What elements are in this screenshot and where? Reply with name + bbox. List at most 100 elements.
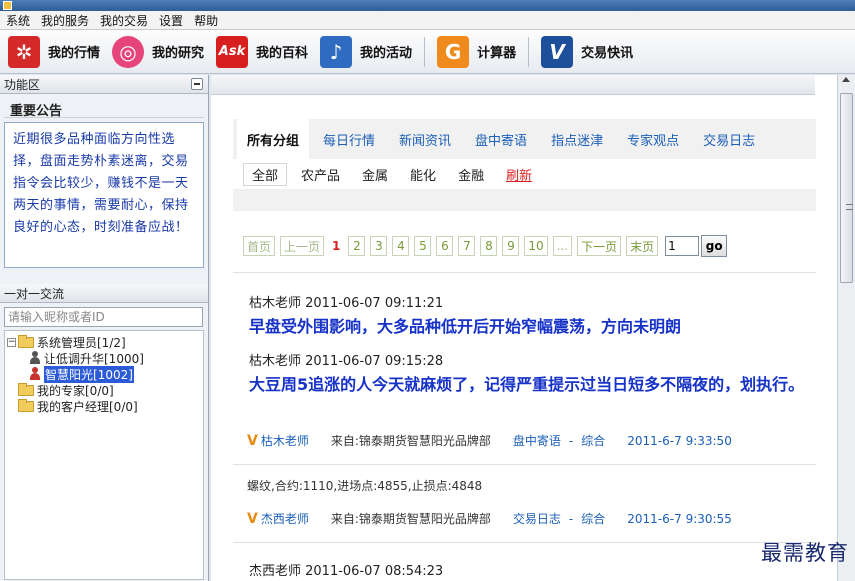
tree-user-label: 让低调升华[1000] xyxy=(44,351,144,366)
toolbar-trade-news-button[interactable]: V 交易快讯 xyxy=(541,35,634,68)
folder-icon xyxy=(18,398,34,412)
subtab-agriculture[interactable]: 农产品 xyxy=(301,165,340,184)
toolbar-separator xyxy=(528,36,530,67)
toolbar-label: 我的研究 xyxy=(152,46,205,61)
tree-expand-icon[interactable]: − xyxy=(7,337,16,347)
post-footer: V 杰西老师 来自:锦泰期货智慧阳光品牌部 交易日志 - 综合 2011-6-7… xyxy=(247,510,732,527)
menu-my-services[interactable]: 我的服务 xyxy=(41,12,89,29)
message-meta: 杰西老师 2011-06-07 08:54:23 xyxy=(249,564,444,579)
post-category-link[interactable]: 交易日志 xyxy=(513,510,561,527)
tab-expert-views[interactable]: 专家观点 xyxy=(627,130,679,149)
vimeo-icon: V xyxy=(541,35,574,68)
tree-user-label: 智慧阳光[1002] xyxy=(44,365,134,383)
v-badge-icon: V xyxy=(247,432,258,449)
post-subcategory-link[interactable]: 综合 xyxy=(581,432,605,449)
tree-group-account-managers[interactable]: 我的客户经理[0/0] xyxy=(7,398,201,414)
menu-bar: 系统 我的服务 我的交易 设置 帮助 xyxy=(0,11,855,30)
menu-system[interactable]: 系统 xyxy=(6,12,30,29)
post-author-link[interactable]: 杰西老师 xyxy=(261,510,309,527)
tab-news[interactable]: 新闻资讯 xyxy=(399,130,451,149)
menu-help[interactable]: 帮助 xyxy=(194,12,218,29)
pager-page[interactable]: 2 xyxy=(348,236,366,256)
filter-panel: 所有分组 每日行情 新闻资讯 盘中寄语 指点迷津 专家观点 交易日志 全部 农产… xyxy=(233,117,816,211)
calculator-icon: G xyxy=(437,35,470,68)
music-note-icon: ♪ xyxy=(320,35,353,68)
pager-next[interactable]: 下一页 xyxy=(577,236,622,256)
scroll-thumb[interactable] xyxy=(840,93,853,283)
toolbar-label: 我的行情 xyxy=(48,46,101,61)
contact-search-input[interactable] xyxy=(4,307,203,327)
folder-icon xyxy=(18,334,34,348)
pager-page[interactable]: 5 xyxy=(414,236,432,256)
function-panel-title: 功能区 xyxy=(4,77,41,92)
app-icon[interactable] xyxy=(3,1,12,10)
post-separator: - xyxy=(568,433,574,448)
pager-page[interactable]: 3 xyxy=(370,236,388,256)
subcategory-tabs: 全部 农产品 金属 能化 金融 刷新 xyxy=(233,159,816,189)
post-category-link[interactable]: 盘中寄语 xyxy=(513,432,561,449)
function-panel-header: 功能区 xyxy=(0,75,208,94)
post-subcategory-link[interactable]: 综合 xyxy=(581,510,605,527)
vertical-scrollbar[interactable] xyxy=(837,75,855,581)
tree-group-label: 我的专家[0/0] xyxy=(37,383,114,398)
category-tabs: 所有分组 每日行情 新闻资讯 盘中寄语 指点迷津 专家观点 交易日志 xyxy=(233,117,816,161)
toolbar-separator xyxy=(424,36,426,67)
refresh-link[interactable]: 刷新 xyxy=(506,165,532,184)
scroll-grip-icon xyxy=(846,204,853,210)
pager-page-input[interactable] xyxy=(665,236,700,256)
pager-ellipsis: ... xyxy=(552,236,573,256)
tab-intraday-notes[interactable]: 盘中寄语 xyxy=(475,130,527,149)
chat-panel-title: 一对一交流 xyxy=(4,286,65,301)
post-source: 来自:锦泰期货智慧阳光品牌部 xyxy=(330,512,491,526)
left-panel: 功能区 重要公告 近期很多品种面临方向性选择，盘面走势朴素迷离，交易指令会比较少… xyxy=(0,75,209,581)
pager-first[interactable]: 首页 xyxy=(243,236,276,256)
pager-page[interactable]: 7 xyxy=(458,236,476,256)
tab-trade-log[interactable]: 交易日志 xyxy=(703,130,755,149)
folder-icon xyxy=(18,382,34,396)
pager-go-button[interactable]: go xyxy=(701,235,728,257)
subtab-energy-chem[interactable]: 能化 xyxy=(410,165,436,184)
pager-page[interactable]: 6 xyxy=(436,236,454,256)
subtab-metals[interactable]: 金属 xyxy=(362,165,388,184)
message-meta: 枯木老师 2011-06-07 09:15:28 xyxy=(249,354,444,369)
notice-body: 近期很多品种面临方向性选择，盘面走势朴素迷离，交易指令会比较少，赚钱不是一天两天… xyxy=(4,122,204,268)
toolbar: ✲ 我的行情 ◎ 我的研究 Ask 我的百科 ♪ 我的活动 G 计算器 V 交易… xyxy=(0,30,855,74)
tab-guidance[interactable]: 指点迷津 xyxy=(551,130,603,149)
subtab-finance[interactable]: 金融 xyxy=(458,165,484,184)
divider xyxy=(233,272,816,273)
trade-log-line: 螺纹,合约:1110,进场点:4855,止损点:4848 xyxy=(247,479,483,493)
divider xyxy=(233,464,816,465)
content-area: 所有分组 每日行情 新闻资讯 盘中寄语 指点迷津 专家观点 交易日志 全部 农产… xyxy=(211,75,855,581)
collapse-icon[interactable] xyxy=(191,78,203,90)
toolbar-my-market-button[interactable]: ✲ 我的行情 xyxy=(8,35,101,68)
toolbar-calculator-button[interactable]: G 计算器 xyxy=(437,35,516,68)
pager-page[interactable]: 9 xyxy=(502,236,520,256)
post-time: 2011-6-7 9:33:50 xyxy=(627,433,732,448)
post-time: 2011-6-7 9:30:55 xyxy=(627,511,732,526)
post-author-link[interactable]: 枯木老师 xyxy=(261,432,309,449)
tree-user-item[interactable]: 让低调升华[1000] xyxy=(7,350,201,366)
v-badge-icon: V xyxy=(247,510,258,527)
scroll-up-icon[interactable] xyxy=(842,77,850,82)
post-source: 来自:锦泰期货智慧阳光品牌部 xyxy=(330,434,491,448)
pager-page[interactable]: 8 xyxy=(480,236,498,256)
pager-prev[interactable]: 上一页 xyxy=(280,236,325,256)
tree-user-item-selected[interactable]: 智慧阳光[1002] xyxy=(7,365,201,383)
tab-all-groups[interactable]: 所有分组 xyxy=(237,117,310,161)
pager-last[interactable]: 末页 xyxy=(626,236,659,256)
pager-page[interactable]: 4 xyxy=(392,236,410,256)
toolbar-my-encyclopedia-button[interactable]: Ask 我的百科 xyxy=(216,35,309,68)
toolbar-label: 我的百科 xyxy=(256,46,309,61)
toolbar-label: 交易快讯 xyxy=(581,46,634,61)
basketball-icon: ◎ xyxy=(112,35,145,68)
pager-page[interactable]: 10 xyxy=(524,236,548,256)
tab-daily-market[interactable]: 每日行情 xyxy=(323,130,375,149)
content-header-strip xyxy=(211,75,815,95)
toolbar-my-research-button[interactable]: ◎ 我的研究 xyxy=(112,35,205,68)
subtab-all[interactable]: 全部 xyxy=(243,162,288,186)
toolbar-my-activities-button[interactable]: ♪ 我的活动 xyxy=(320,35,412,68)
tree-group-admins[interactable]: − 系统管理员[1/2] xyxy=(7,334,201,350)
menu-my-trading[interactable]: 我的交易 xyxy=(100,12,148,29)
tree-group-experts[interactable]: 我的专家[0/0] xyxy=(7,382,201,398)
menu-settings[interactable]: 设置 xyxy=(159,12,183,29)
